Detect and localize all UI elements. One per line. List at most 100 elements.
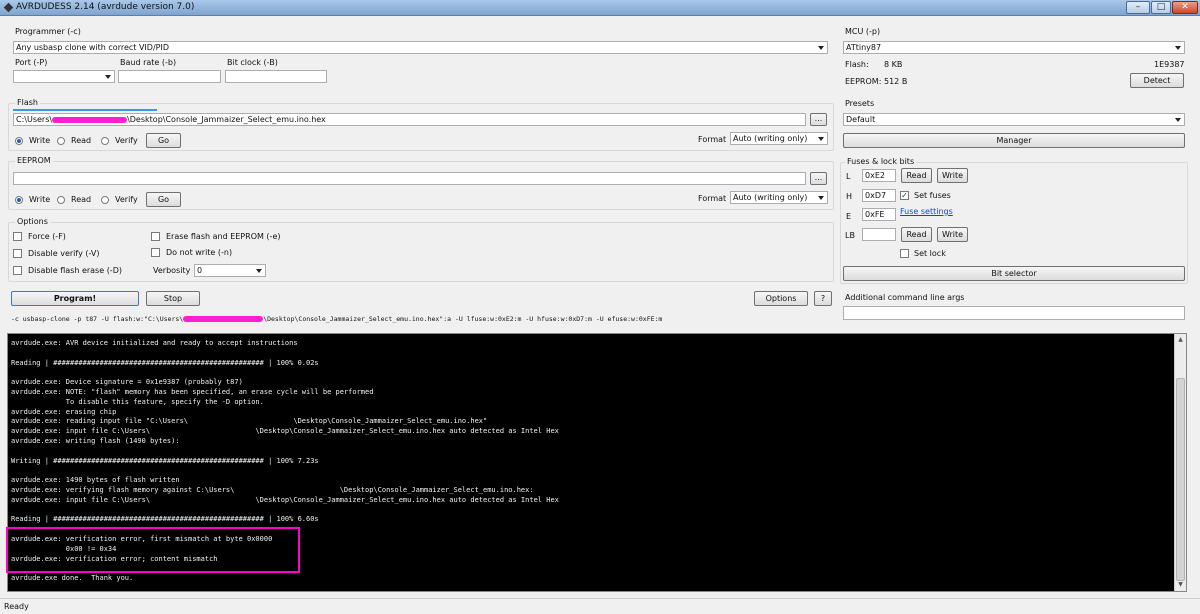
console-line: To disable this feature, specify the -D … <box>11 397 264 406</box>
fuse-lb-label: LB <box>845 231 855 240</box>
programmer-select[interactable]: Any usbasp clone with correct VID/PID <box>13 41 828 54</box>
eeprom-size-label: EEPROM: <box>845 77 882 86</box>
eeprom-read-radio[interactable] <box>57 196 65 204</box>
flash-size-label: Flash: <box>845 60 869 69</box>
disable-flash-erase-checkbox[interactable] <box>13 266 22 275</box>
eeprom-label: EEPROM <box>15 156 53 165</box>
chevron-down-icon <box>1175 46 1181 50</box>
flash-path-input[interactable]: C:\Users\ \Desktop\Console_Jammaizer_Sele… <box>13 113 806 126</box>
baud-input[interactable] <box>118 70 221 83</box>
manager-button[interactable]: Manager <box>843 133 1185 148</box>
status-bar: Ready <box>0 598 1200 614</box>
console-line: avrdude.exe: NOTE: "flash" memory has be… <box>11 388 374 396</box>
flash-verify-label: Verify <box>115 136 138 145</box>
close-button[interactable]: ✕ <box>1172 1 1198 14</box>
flash-browse-button[interactable]: ... <box>810 113 827 126</box>
do-not-write-checkbox[interactable] <box>151 248 160 257</box>
app-icon <box>3 2 14 13</box>
disable-verify-label: Disable verify (-V) <box>28 249 100 258</box>
mcu-value: ATtiny87 <box>846 43 882 52</box>
fuse-h-input[interactable]: 0xD7 <box>862 189 896 202</box>
do-not-write-label: Do not write (-n) <box>166 248 233 257</box>
fuse-write-button[interactable]: Write <box>937 168 968 183</box>
fuse-l-input[interactable]: 0xE2 <box>862 169 896 182</box>
chevron-down-icon <box>256 269 262 273</box>
bit-selector-button[interactable]: Bit selector <box>843 266 1185 281</box>
chevron-down-icon <box>818 46 824 50</box>
flash-format-select[interactable]: Auto (writing only) <box>730 132 828 145</box>
help-button[interactable]: ? <box>814 291 832 306</box>
scroll-up-icon[interactable]: ▲ <box>1176 336 1185 344</box>
force-checkbox[interactable] <box>13 232 22 241</box>
eeprom-path-input[interactable] <box>13 172 806 185</box>
program-button[interactable]: Program! <box>11 291 139 306</box>
flash-write-radio[interactable] <box>15 137 23 145</box>
console-line: avrdude.exe: 1490 bytes of flash written <box>11 476 180 485</box>
scroll-down-icon[interactable]: ▼ <box>1176 581 1185 589</box>
flash-verify-radio[interactable] <box>101 137 109 145</box>
chevron-down-icon <box>818 196 824 200</box>
port-select[interactable] <box>13 70 115 83</box>
flash-format-value: Auto (writing only) <box>733 134 808 143</box>
console-line: avrdude.exe done. Thank you. <box>11 574 134 583</box>
bitclock-input[interactable] <box>225 70 327 83</box>
set-fuses-checkbox[interactable]: ✓ <box>900 191 909 200</box>
window-title: AVRDUDESS 2.14 (avrdude version 7.0) <box>16 2 195 12</box>
eeprom-write-label: Write <box>29 195 51 204</box>
eeprom-read-label: Read <box>71 195 92 204</box>
eeprom-browse-button[interactable]: ... <box>810 172 827 185</box>
flash-size-value: 8 KB <box>884 60 903 69</box>
set-lock-checkbox[interactable] <box>900 249 909 258</box>
options-label: Options <box>15 217 50 226</box>
erase-checkbox[interactable] <box>151 232 160 241</box>
mcu-label: MCU (-p) <box>845 27 881 36</box>
eeprom-write-radio[interactable] <box>15 196 23 204</box>
console-scrollbar[interactable]: ▲ ▼ <box>1174 334 1186 591</box>
lock-write-button[interactable]: Write <box>937 227 968 242</box>
minimize-button[interactable]: – <box>1126 1 1150 14</box>
fuse-read-button[interactable]: Read <box>901 168 932 183</box>
verbosity-label: Verbosity <box>153 266 191 275</box>
console-line: avrdude.exe: input file C:\Users\ \Deskt… <box>11 427 559 436</box>
stop-button[interactable]: Stop <box>146 291 200 306</box>
console-line: avrdude.exe: erasing chip <box>11 407 117 416</box>
console-line: Writing | ##############################… <box>11 456 319 465</box>
console-output[interactable]: avrdude.exe: AVR device initialized and … <box>6 333 1187 592</box>
flash-read-radio[interactable] <box>57 137 65 145</box>
disable-flash-erase-label: Disable flash erase (-D) <box>28 266 122 275</box>
console-line: Reading | ##############################… <box>11 515 319 524</box>
baud-label: Baud rate (-b) <box>120 58 177 67</box>
flash-tab-indicator <box>13 109 157 111</box>
maximize-button[interactable]: □ <box>1151 1 1171 14</box>
console-line: avrdude.exe: reading input file "C:\User… <box>11 417 488 426</box>
fuse-lb-input[interactable] <box>862 228 896 241</box>
console-line: avrdude.exe: AVR device initialized and … <box>11 339 298 347</box>
disable-verify-checkbox[interactable] <box>13 249 22 258</box>
erase-label: Erase flash and EEPROM (-e) <box>166 232 281 241</box>
flash-path-suffix: \Desktop\Console_Jammaizer_Select_emu.in… <box>127 115 326 124</box>
eeprom-format-select[interactable]: Auto (writing only) <box>730 191 828 204</box>
fuse-e-input[interactable]: 0xFE <box>862 208 896 221</box>
verbosity-select[interactable]: 0 <box>194 264 266 277</box>
eeprom-verify-label: Verify <box>115 195 138 204</box>
console-line: avrdude.exe: writing flash (1490 bytes): <box>11 437 180 445</box>
flash-path-prefix: C:\Users\ <box>16 115 53 124</box>
fuse-settings-link[interactable]: Fuse settings <box>900 207 953 216</box>
scroll-thumb[interactable] <box>1176 378 1185 581</box>
command-line-prefix: -c usbasp-clone -p t87 -U flash:w:"C:\Us… <box>11 315 184 323</box>
flash-go-button[interactable]: Go <box>146 133 181 148</box>
options-button[interactable]: Options <box>754 291 808 306</box>
lock-read-button[interactable]: Read <box>901 227 932 242</box>
mcu-select[interactable]: ATtiny87 <box>843 41 1185 54</box>
console-line: avrdude.exe: verifying flash memory agai… <box>11 486 534 494</box>
eeprom-format-label: Format <box>698 194 727 203</box>
eeprom-verify-radio[interactable] <box>101 196 109 204</box>
presets-value: Default <box>846 115 876 124</box>
additional-args-input[interactable] <box>843 306 1185 320</box>
fuse-h-label: H <box>846 192 853 201</box>
detect-button[interactable]: Detect <box>1130 73 1184 88</box>
title-bar: AVRDUDESS 2.14 (avrdude version 7.0) – □… <box>0 0 1200 16</box>
options-group <box>8 222 834 282</box>
presets-select[interactable]: Default <box>843 113 1185 126</box>
eeprom-go-button[interactable]: Go <box>146 192 181 207</box>
